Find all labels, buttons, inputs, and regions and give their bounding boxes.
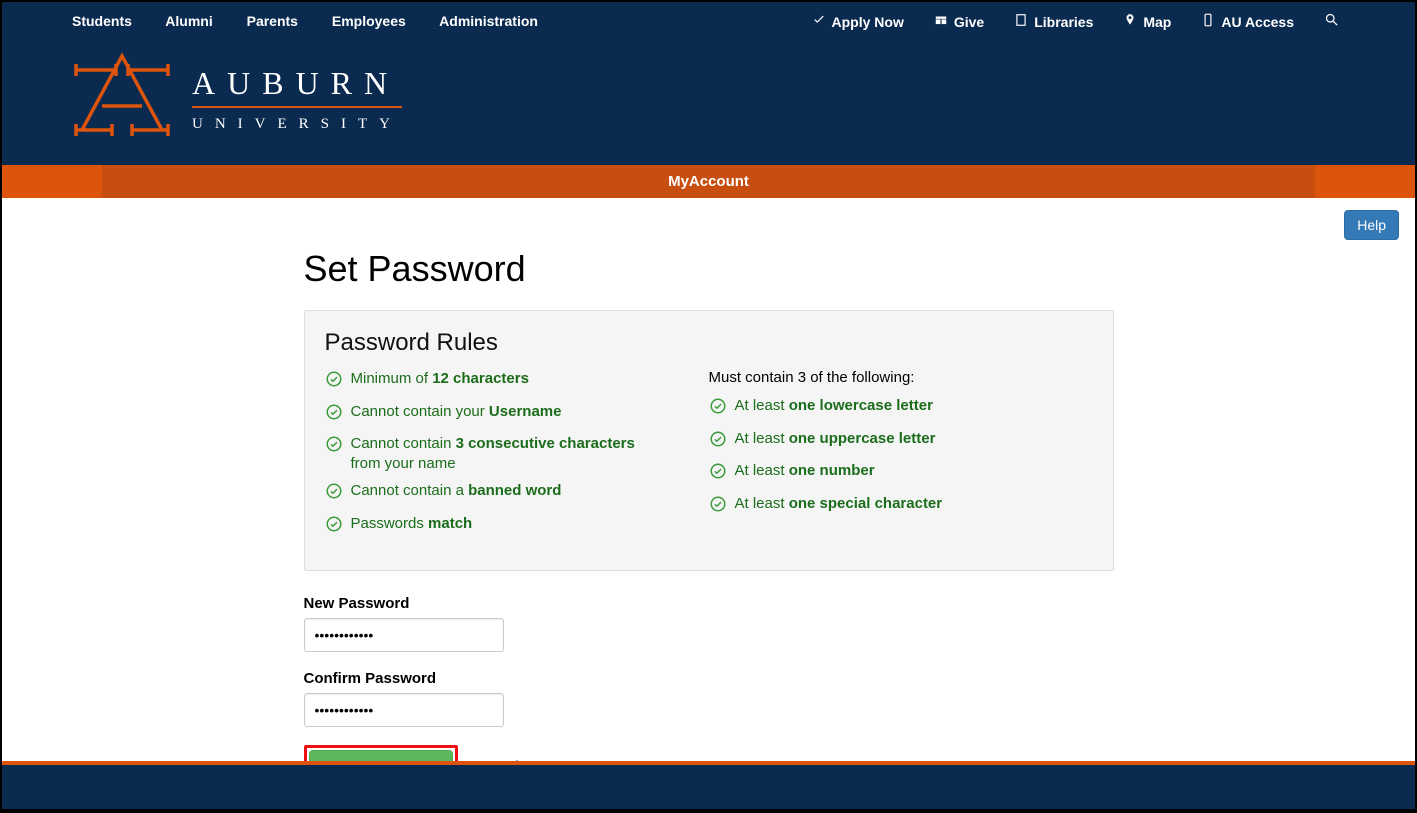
nav-au-access-label: AU Access <box>1221 14 1294 30</box>
nav-alumni[interactable]: Alumni <box>165 13 212 29</box>
page-bar: MyAccount <box>2 165 1415 198</box>
rule-number: At least one number <box>709 461 1093 486</box>
site-header: Students Alumni Parents Employees Admini… <box>2 2 1415 165</box>
nav-parents[interactable]: Parents <box>247 13 298 29</box>
rule-consecutive: Cannot contain 3 consecutive characters … <box>325 434 709 473</box>
content-area: Help Set Password Password Rules Minimum… <box>2 198 1415 809</box>
rule-text: Cannot contain a banned word <box>351 481 562 501</box>
check-circle-icon <box>709 397 727 421</box>
rule-text: Passwords match <box>351 514 473 534</box>
brand-subtitle: UNIVERSITY <box>192 116 402 133</box>
nav-map[interactable]: Map <box>1123 13 1171 30</box>
rule-min-chars: Minimum of 12 characters <box>325 369 709 394</box>
brand-text: AUBURN UNIVERSITY <box>192 65 402 133</box>
book-icon <box>1014 13 1028 27</box>
top-nav: Students Alumni Parents Employees Admini… <box>72 2 1345 40</box>
nav-au-access[interactable]: AU Access <box>1201 13 1294 30</box>
help-button[interactable]: Help <box>1344 210 1399 240</box>
rule-special: At least one special character <box>709 494 1093 519</box>
nav-give-label: Give <box>954 14 984 30</box>
nav-give[interactable]: Give <box>934 13 984 30</box>
brand-name: AUBURN <box>192 65 402 108</box>
confirm-password-input[interactable] <box>304 693 504 727</box>
check-circle-icon <box>325 482 343 506</box>
rules-right-column: Must contain 3 of the following: At leas… <box>709 369 1093 546</box>
site-footer <box>2 761 1415 809</box>
nav-libraries-label: Libraries <box>1034 14 1093 30</box>
rules-columns: Minimum of 12 characters Cannot contain … <box>325 369 1093 546</box>
must-contain-label: Must contain 3 of the following: <box>709 369 1093 386</box>
rule-text: At least one uppercase letter <box>735 429 936 449</box>
auburn-logo-icon <box>72 50 192 147</box>
confirm-password-group: Confirm Password <box>304 670 1114 727</box>
page-bar-title: MyAccount <box>102 165 1315 198</box>
nav-students[interactable]: Students <box>72 13 132 29</box>
rule-uppercase: At least one uppercase letter <box>709 429 1093 454</box>
rules-panel-title: Password Rules <box>325 329 1093 357</box>
rule-username: Cannot contain your Username <box>325 402 709 427</box>
form-container: Set Password Password Rules Minimum of 1… <box>304 248 1114 787</box>
phone-icon <box>1201 13 1215 27</box>
search-icon <box>1324 12 1339 27</box>
new-password-group: New Password <box>304 595 1114 652</box>
gift-icon <box>934 13 948 27</box>
nav-apply-now-label: Apply Now <box>832 14 904 30</box>
nav-libraries[interactable]: Libraries <box>1014 13 1093 30</box>
rule-text: At least one special character <box>735 494 943 514</box>
rule-text: Cannot contain 3 consecutive characters … <box>351 434 651 473</box>
top-nav-right: Apply Now Give Libraries Map <box>782 12 1345 30</box>
check-circle-icon <box>325 370 343 394</box>
check-icon <box>812 13 826 27</box>
check-circle-icon <box>325 403 343 427</box>
rule-match: Passwords match <box>325 514 709 539</box>
rule-text: Minimum of 12 characters <box>351 369 529 389</box>
check-circle-icon <box>709 495 727 519</box>
nav-map-label: Map <box>1143 14 1171 30</box>
rules-left-column: Minimum of 12 characters Cannot contain … <box>325 369 709 546</box>
page-title: Set Password <box>304 248 1114 290</box>
rule-banned: Cannot contain a banned word <box>325 481 709 506</box>
nav-administration[interactable]: Administration <box>439 13 538 29</box>
rules-panel: Password Rules Minimum of 12 characters … <box>304 310 1114 571</box>
rule-text: At least one number <box>735 461 875 481</box>
new-password-label: New Password <box>304 595 1114 612</box>
new-password-input[interactable] <box>304 618 504 652</box>
brand-area: AUBURN UNIVERSITY <box>72 40 1345 165</box>
check-circle-icon <box>709 430 727 454</box>
check-circle-icon <box>325 435 343 459</box>
check-circle-icon <box>325 515 343 539</box>
rule-lowercase: At least one lowercase letter <box>709 396 1093 421</box>
confirm-password-label: Confirm Password <box>304 670 1114 687</box>
nav-employees[interactable]: Employees <box>332 13 406 29</box>
top-nav-left: Students Alumni Parents Employees Admini… <box>72 13 568 29</box>
rule-text: At least one lowercase letter <box>735 396 933 416</box>
pin-icon <box>1123 13 1137 27</box>
nav-apply-now[interactable]: Apply Now <box>812 13 904 30</box>
rule-text: Cannot contain your Username <box>351 402 562 422</box>
check-circle-icon <box>709 462 727 486</box>
nav-search[interactable] <box>1324 12 1345 30</box>
